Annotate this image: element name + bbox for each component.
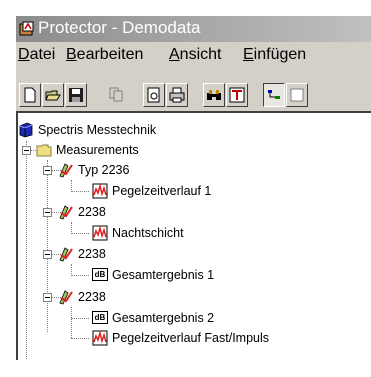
tree-line (71, 275, 89, 276)
collapse-toggle[interactable] (43, 166, 52, 175)
level-graph-icon (92, 225, 108, 241)
collapse-toggle[interactable] (43, 250, 52, 259)
save-icon (69, 88, 83, 102)
level-graph-icon (92, 183, 108, 199)
tree-node-label: Gesamtergebnis 2 (112, 311, 215, 325)
sound-level-meter-icon (59, 290, 73, 305)
list-view-icon (290, 88, 304, 102)
menu-label: nsicht (179, 46, 222, 63)
toolbar (16, 78, 371, 112)
menu-bar: Datei Bearbeiten Ansicht Einfügen (16, 44, 371, 68)
copy-icon (109, 87, 123, 102)
menu-accel: A (169, 46, 180, 63)
menu-label: earbeiten (76, 46, 144, 63)
print-button[interactable] (166, 83, 188, 107)
window-title: Protector - Demodata (38, 18, 201, 37)
menu-bearbeiten[interactable]: Bearbeiten (66, 46, 143, 64)
new-button[interactable] (19, 83, 41, 107)
tree-line (71, 191, 89, 192)
sound-level-meter-icon (59, 205, 73, 220)
tree-line (71, 307, 72, 338)
print-preview-button[interactable] (143, 83, 165, 107)
database-icon (19, 122, 33, 138)
tree-node-label: 2238 (78, 205, 106, 219)
print-preview-icon (147, 87, 160, 103)
collapse-toggle[interactable] (22, 146, 31, 155)
tree-view[interactable]: Spectris Messtechnik Measurements Typ 22… (16, 111, 371, 360)
new-icon (24, 87, 36, 103)
folder-icon (36, 144, 52, 157)
list-view-button[interactable] (286, 83, 308, 107)
tree-node-label: Measurements (56, 143, 139, 157)
tree-node-label: 2238 (78, 290, 106, 304)
open-icon (45, 90, 61, 101)
filter-icon (229, 87, 245, 103)
app-icon (19, 21, 34, 36)
filter-button[interactable] (226, 83, 248, 107)
sound-level-meter-icon (59, 247, 73, 262)
tree-node-label: 2238 (78, 247, 106, 261)
db-icon: dB (92, 311, 108, 324)
menu-einfuegen[interactable]: Einfügen (243, 46, 306, 64)
tree-line (26, 141, 27, 360)
tree-view-icon (268, 90, 280, 99)
save-button[interactable] (65, 83, 87, 107)
tree-node-label: Typ 2236 (78, 163, 130, 177)
tree-line (71, 233, 89, 234)
find-button[interactable] (203, 83, 225, 107)
menu-accel: B (66, 46, 77, 63)
binoculars-icon (207, 90, 221, 100)
tree-view-button[interactable] (263, 83, 285, 107)
menu-datei[interactable]: Datei (18, 46, 55, 64)
menu-accel: D (18, 46, 30, 63)
collapse-toggle[interactable] (43, 208, 52, 217)
tree-node-label: Pegelzeitverlauf Fast/Impuls (112, 331, 270, 345)
db-icon: dB (92, 268, 108, 281)
tree-node-label: Gesamtergebnis 1 (112, 268, 215, 282)
sound-level-meter-icon (59, 163, 73, 178)
menu-label: infügen (253, 46, 307, 63)
copy-button[interactable] (106, 83, 128, 107)
tree-line (71, 318, 89, 319)
tree-line (47, 160, 48, 332)
open-button[interactable] (42, 83, 64, 107)
tree-node-label: Spectris Messtechnik (38, 123, 157, 137)
tree-node-label: Nachtschicht (112, 226, 184, 240)
collapse-toggle[interactable] (43, 293, 52, 302)
menu-ansicht[interactable]: Ansicht (169, 46, 221, 64)
level-graph-icon (92, 330, 108, 346)
tree-line (71, 338, 89, 339)
title-bar[interactable]: Protector - Demodata (16, 16, 371, 42)
menu-accel: E (243, 46, 254, 63)
tree-node-label: Pegelzeitverlauf 1 (112, 184, 212, 198)
print-icon (169, 87, 185, 103)
menu-label: atei (29, 46, 56, 63)
